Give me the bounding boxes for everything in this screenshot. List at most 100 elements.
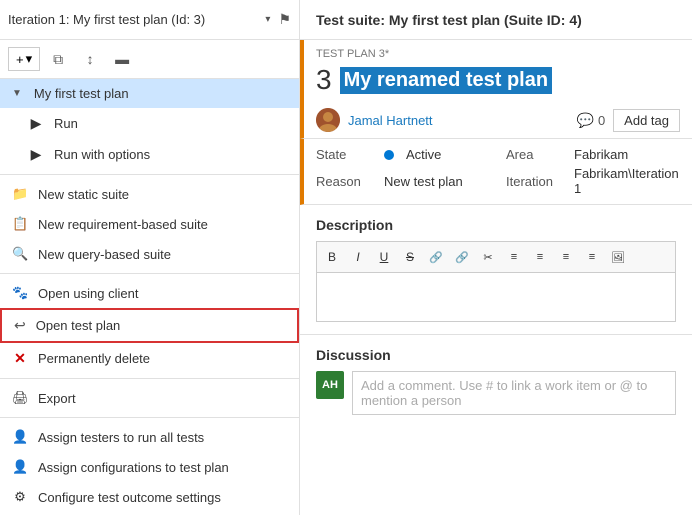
strikethrough-button[interactable]: S <box>399 246 421 268</box>
comment-number: 0 <box>598 113 605 128</box>
menu-item-label: New static suite <box>38 187 129 202</box>
menu-item-label: Assign testers to run all tests <box>38 430 204 445</box>
chevron-down-icon: ▾ <box>265 14 270 25</box>
add-dropdown-arrow: ▾ <box>26 51 33 67</box>
export-icon: 🖨 <box>12 390 28 406</box>
bold-button[interactable]: B <box>321 246 343 268</box>
menu-item-assign-testers[interactable]: 👤 Assign testers to run all tests <box>0 422 299 452</box>
menu-item-label: New requirement-based suite <box>38 217 208 232</box>
folder-icon: 📁 <box>12 186 28 202</box>
menu-item-new-query-suite[interactable]: 🔍 New query-based suite <box>0 239 299 269</box>
separator-4 <box>0 417 299 418</box>
menu-item-label: Permanently delete <box>38 351 150 366</box>
iteration-dropdown[interactable]: Iteration 1: My first test plan (Id: 3) … <box>8 12 270 27</box>
discussion-input-row: AH Add a comment. Use # to link a work i… <box>316 371 676 415</box>
state-label: State <box>316 147 376 162</box>
comment-icon: 💬 <box>577 112 594 129</box>
state-value[interactable]: Active <box>406 147 441 162</box>
indent-button[interactable]: ≡ <box>555 246 577 268</box>
filter-icon[interactable]: ⚑ <box>278 11 291 28</box>
comment-count: 💬 0 <box>577 112 606 129</box>
iteration-field: Iteration Fabrikam\Iteration 1 <box>506 166 680 196</box>
avatar-row: Jamal Hartnett 💬 0 Add tag <box>300 102 692 139</box>
discussion-input[interactable]: Add a comment. Use # to link a work item… <box>352 371 676 415</box>
assign-config-icon: 👤 <box>12 459 28 475</box>
discussion-title: Discussion <box>316 347 676 363</box>
menu-item-new-requirement-suite[interactable]: 📋 New requirement-based suite <box>0 209 299 239</box>
menu-item-label: Run with options <box>54 147 150 162</box>
collapse-button[interactable]: ▬ <box>108 46 136 72</box>
discussion-avatar: AH <box>316 371 344 399</box>
menu-item-my-first-test-plan[interactable]: ▼ My first test plan <box>0 79 299 108</box>
menu-item-label: Export <box>38 391 76 406</box>
reason-value[interactable]: New test plan <box>384 174 463 189</box>
menu-item-open-client[interactable]: 🐾 Open using client <box>0 278 299 308</box>
plan-header: TEST PLAN 3* 3 My renamed test plan <box>300 40 692 102</box>
plan-label: TEST PLAN 3* <box>316 48 680 60</box>
iteration-label: Iteration <box>506 174 566 189</box>
gear-icon: ⚙ <box>12 489 28 505</box>
plan-name[interactable]: My renamed test plan <box>340 67 553 94</box>
description-section: Description B I U S 🔗 🔗 ✂ ≡ ≡ ≡ ≡ 🖼 <box>300 205 692 335</box>
underline-button[interactable]: U <box>373 246 395 268</box>
menu-item-label: My first test plan <box>34 86 129 101</box>
menu-item-export[interactable]: 🖨 Export <box>0 383 299 413</box>
menu-item-label: Configure test outcome settings <box>38 490 221 505</box>
menu-item-run-with-options[interactable]: ▶ Run with options <box>0 139 299 170</box>
menu-item-open-test-plan[interactable]: ↩ Open test plan <box>0 308 299 343</box>
separator-2 <box>0 273 299 274</box>
state-field: State Active <box>316 147 490 162</box>
editor-toolbar: B I U S 🔗 🔗 ✂ ≡ ≡ ≡ ≡ 🖼 <box>316 241 676 272</box>
left-panel: + ▾ ⧉ ↕ ▬ ▼ My first test plan ▶ Run ▶ R… <box>0 40 300 515</box>
open-plan-icon: ↩ <box>14 317 26 334</box>
client-icon: 🐾 <box>12 285 28 301</box>
image-button[interactable]: 🖼 <box>607 246 629 268</box>
list-ordered-button[interactable]: ≡ <box>529 246 551 268</box>
cut-button[interactable]: ✂ <box>477 246 499 268</box>
right-panel: TEST PLAN 3* 3 My renamed test plan Jama… <box>300 40 692 515</box>
plan-id: 3 <box>316 64 332 96</box>
area-field: Area Fabrikam <box>506 147 680 162</box>
outdent-button[interactable]: ≡ <box>581 246 603 268</box>
author-name: Jamal Hartnett <box>348 113 433 128</box>
menu-item-label: Run <box>54 116 78 131</box>
plus-icon: + <box>16 52 24 67</box>
toolbar-row: + ▾ ⧉ ↕ ▬ <box>0 40 299 79</box>
description-editor[interactable] <box>316 272 676 322</box>
chevron-icon: ▼ <box>12 88 22 99</box>
add-tag-button[interactable]: Add tag <box>613 109 680 132</box>
separator-1 <box>0 174 299 175</box>
run-options-icon: ▶ <box>28 146 44 163</box>
state-dot <box>384 150 394 160</box>
discussion-section: Discussion AH Add a comment. Use # to li… <box>300 335 692 427</box>
add-button[interactable]: + ▾ <box>8 47 40 71</box>
delete-icon: ✕ <box>12 350 28 367</box>
suite-title: Test suite: My first test plan (Suite ID… <box>316 12 582 28</box>
assign-testers-icon: 👤 <box>12 429 28 445</box>
unlink-button[interactable]: 🔗 <box>451 246 473 268</box>
menu-item-permanently-delete[interactable]: ✕ Permanently delete <box>0 343 299 374</box>
menu-item-label: Assign configurations to test plan <box>38 460 229 475</box>
menu-item-run[interactable]: ▶ Run <box>0 108 299 139</box>
move-button[interactable]: ↕ <box>76 46 104 72</box>
menu-item-new-static-suite[interactable]: 📁 New static suite <box>0 179 299 209</box>
description-title: Description <box>316 217 676 233</box>
author-avatar <box>316 108 340 132</box>
menu-item-label: New query-based suite <box>38 247 171 262</box>
copy-button[interactable]: ⧉ <box>44 46 72 72</box>
reason-field: Reason New test plan <box>316 166 490 196</box>
reason-label: Reason <box>316 174 376 189</box>
italic-button[interactable]: I <box>347 246 369 268</box>
area-value[interactable]: Fabrikam <box>574 147 628 162</box>
menu-item-configure-outcome[interactable]: ⚙ Configure test outcome settings <box>0 482 299 512</box>
link-button[interactable]: 🔗 <box>425 246 447 268</box>
menu-item-label: Open test plan <box>36 318 121 333</box>
separator-3 <box>0 378 299 379</box>
iteration-value[interactable]: Fabrikam\Iteration 1 <box>574 166 680 196</box>
list-unordered-button[interactable]: ≡ <box>503 246 525 268</box>
iteration-label: Iteration 1: My first test plan (Id: 3) <box>8 12 261 27</box>
query-icon: 🔍 <box>12 246 28 262</box>
requirement-icon: 📋 <box>12 216 28 232</box>
run-icon: ▶ <box>28 115 44 132</box>
menu-item-assign-configurations[interactable]: 👤 Assign configurations to test plan <box>0 452 299 482</box>
